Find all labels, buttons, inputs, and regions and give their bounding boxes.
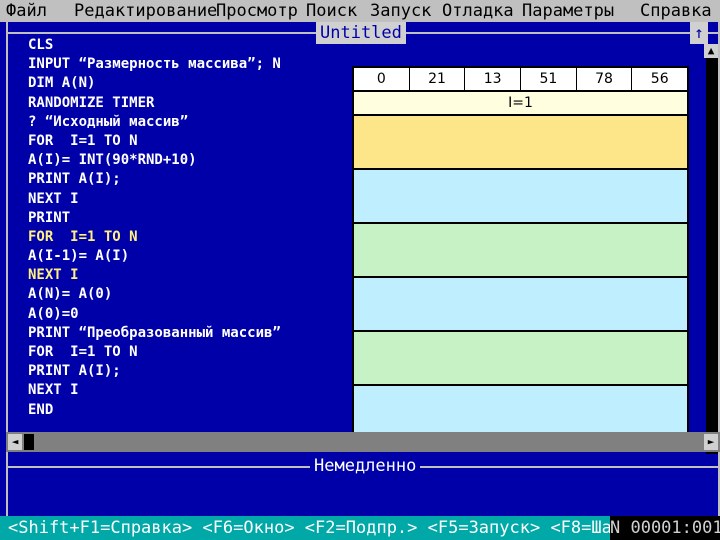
code-line[interactable]: FOR I=1 TO N [28,228,281,247]
code-line[interactable]: A(I-1)= A(I) [28,247,281,266]
menu-run[interactable]: Запуск [370,0,431,22]
step-band [354,386,687,432]
menu-view[interactable]: Просмотр [216,0,298,22]
iteration-label: I=1 [354,92,687,114]
code-line[interactable]: A(0)=0 [28,305,281,324]
status-hints: <Shift+F1=Справка> <F6=Окно> <F2=Подпр.>… [8,518,633,538]
scroll-right-arrow-icon[interactable]: ► [704,434,718,450]
array-cell: 13 [465,68,522,90]
code-line[interactable]: RANDOMIZE TIMER [28,94,281,113]
menu-search[interactable]: Поиск [306,0,357,22]
array-values-row: 0 21 13 51 78 56 [354,68,687,90]
step-band [354,224,687,276]
status-bar: <Shift+F1=Справка> <F6=Окно> <F2=Подпр.>… [0,516,720,540]
array-cell: 78 [577,68,633,90]
code-line[interactable]: ? “Исходный массив” [28,113,281,132]
code-line[interactable]: A(I)= INT(90*RND+10) [28,151,281,170]
code-line[interactable]: NEXT I [28,266,281,285]
code-editor[interactable]: CLS INPUT “Размерность массива”; N DIM A(N… [28,36,281,420]
step-band [354,170,687,222]
array-cell: 56 [650,71,669,87]
code-line[interactable]: END [28,401,281,420]
array-visualization-panel: 0 21 13 51 78 56 I=1 [352,66,689,434]
menu-help[interactable]: Справка [640,0,712,22]
menu-file[interactable]: Файл [6,0,47,22]
code-line[interactable]: A(N)= A(0) [28,285,281,304]
scroll-left-arrow-icon[interactable]: ◄ [8,434,22,450]
code-line[interactable]: PRINT A(I); [28,170,281,189]
code-line[interactable]: INPUT “Размерность массива”; N [28,55,281,74]
immediate-title: Немедленно [310,456,421,476]
maximize-button[interactable]: ↑ [690,22,708,44]
array-cell: 0 [354,68,410,90]
cursor-position: N 00001:001 [610,516,720,540]
step-band [354,332,687,384]
code-line[interactable]: PRINT [28,209,281,228]
scroll-up-arrow-icon[interactable]: ▲ [704,44,718,58]
menu-edit[interactable]: Редактирование [74,0,217,22]
array-cell: 51 [521,68,577,90]
scroll-thumb[interactable] [24,434,34,450]
menu-options[interactable]: Параметры [522,0,614,22]
horizontal-scrollbar[interactable]: ◄ ► [6,432,720,452]
vertical-scrollbar[interactable] [706,46,718,454]
array-cell: 21 [410,68,466,90]
code-line[interactable]: FOR I=1 TO N [28,343,281,362]
window-title: Untitled [316,22,406,44]
code-line[interactable]: NEXT I [28,190,281,209]
code-line[interactable]: PRINT A(I); [28,362,281,381]
step-band [354,116,687,168]
code-line[interactable]: PRINT “Преобразованный массив” [28,324,281,343]
code-line[interactable]: FOR I=1 TO N [28,132,281,151]
code-line[interactable]: NEXT I [28,381,281,400]
code-line[interactable]: DIM A(N) [28,74,281,93]
immediate-window[interactable]: Немедленно [6,456,720,516]
code-line[interactable]: CLS [28,36,281,55]
menu-debug[interactable]: Отладка [442,0,514,22]
step-band [354,278,687,330]
menu-bar: Файл Редактирование Просмотр Поиск Запус… [0,0,720,22]
